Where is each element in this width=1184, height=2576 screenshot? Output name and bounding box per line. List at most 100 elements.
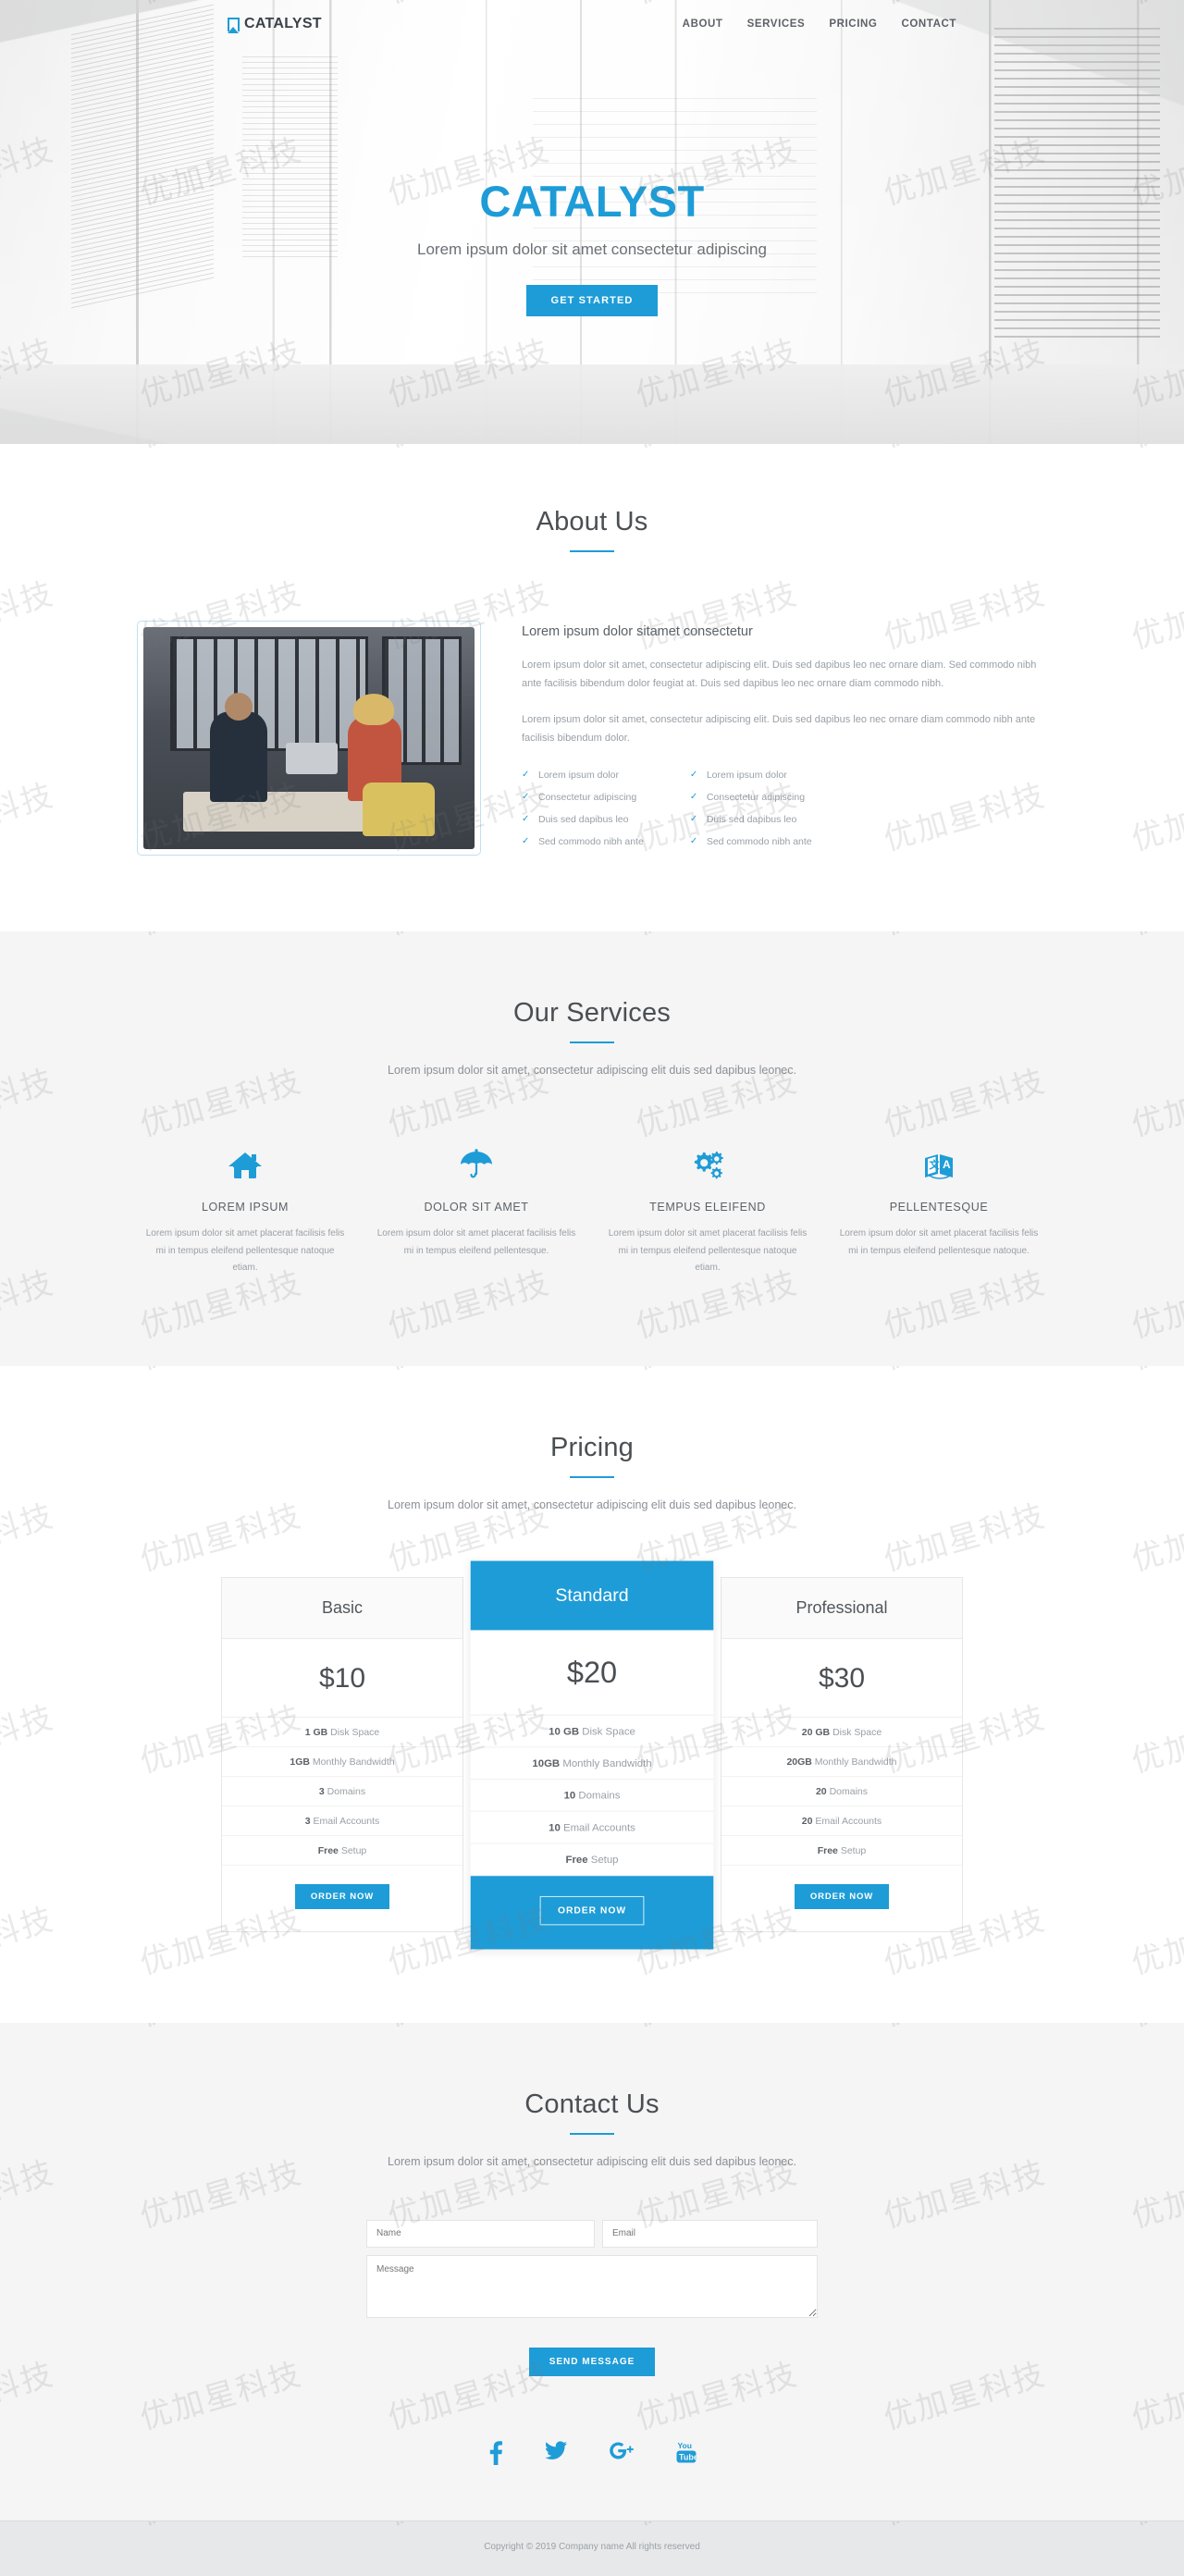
translate-icon: 文 A <box>836 1141 1042 1180</box>
copyright-text: Copyright © 2019 Company name All rights… <box>484 2541 700 2552</box>
watermark-text: 优加星科技 <box>0 2357 58 2436</box>
site-logo[interactable]: CATALYST <box>228 16 322 33</box>
twitter-icon[interactable] <box>544 2440 567 2465</box>
plan-feature: 1GB Monthly Bandwidth <box>222 1747 462 1777</box>
plan-footer: ORDER NOW <box>722 1866 962 1931</box>
logo-text: CATALYST <box>244 16 322 31</box>
services-grid: LOREM IPSUM Lorem ipsum dolor sit amet p… <box>130 1141 1054 1277</box>
watermark-text: 优加星科技 <box>1128 2357 1184 2436</box>
hero-subtitle: Lorem ipsum dolor sit amet consectetur a… <box>417 240 767 258</box>
site-header: CATALYST ABOUT SERVICES PRICING CONTACT <box>0 0 1184 48</box>
bookmark-icon <box>228 17 240 33</box>
watermark-text: 优加星科技 <box>0 778 58 857</box>
pricing-title-rule <box>570 1475 614 1478</box>
service-text: Lorem ipsum dolor sit amet placerat faci… <box>608 1228 808 1273</box>
name-input[interactable] <box>366 2219 595 2248</box>
plan-feature: Free Setup <box>470 1843 714 1876</box>
watermark-text: 优加星科技 <box>0 2023 58 2035</box>
contact-form-row <box>366 2219 818 2248</box>
watermark-text: 优加星科技 <box>630 444 803 456</box>
watermark-text: 优加星科技 <box>0 1902 58 1981</box>
about-feature-lists: Lorem ipsum dolor Consectetur adipiscing… <box>522 764 1047 853</box>
plan-price: $30 <box>722 1639 962 1718</box>
list-item: Sed commodo nibh ante <box>522 831 644 853</box>
watermark-text: 优加星科技 <box>0 576 58 656</box>
about-header: About Us <box>130 507 1054 552</box>
watermark-text: 优加星科技 <box>1128 1064 1184 1143</box>
list-item: Sed commodo nibh ante <box>690 831 812 853</box>
watermark-text: 优加星科技 <box>1126 931 1184 943</box>
plan-name: Standard <box>470 1560 714 1630</box>
site-footer: Copyright © 2019 Company name All rights… <box>0 2520 1184 2576</box>
plan-price: $10 <box>222 1639 462 1718</box>
watermark-text: 优加星科技 <box>0 1064 58 1143</box>
plan-feature: 1 GB Disk Space <box>222 1718 462 1747</box>
list-item: Duis sed dapibus leo <box>522 808 644 831</box>
watermark-text: 优加星科技 <box>382 2023 555 2035</box>
plan-feature: 3 Domains <box>222 1777 462 1806</box>
email-input[interactable] <box>602 2219 818 2248</box>
watermark-text: 优加星科技 <box>0 1700 58 1780</box>
plan-feature: 10 Email Accounts <box>470 1811 714 1844</box>
watermark-text: 优加星科技 <box>878 2023 1051 2035</box>
photo-window-left <box>169 635 369 752</box>
get-started-button[interactable]: GET STARTED <box>525 284 659 316</box>
pricing-title: Pricing <box>549 1432 635 1462</box>
about-text-block: Lorem ipsum dolor sitamet consectetur Lo… <box>522 621 1047 853</box>
svg-text:You: You <box>677 2441 691 2450</box>
order-now-button-professional[interactable]: ORDER NOW <box>794 1884 890 1909</box>
svg-text:文: 文 <box>930 1158 941 1171</box>
plan-price: $20 <box>470 1630 714 1716</box>
watermark-text: 优加星科技 <box>878 1366 1051 1378</box>
plan-feature: 20 Domains <box>722 1777 962 1806</box>
gears-icon <box>605 1141 810 1180</box>
plan-footer: ORDER NOW <box>470 1875 714 1949</box>
watermark-text: 优加星科技 <box>382 444 555 456</box>
service-title: PELLENTESQUE <box>889 1201 989 1214</box>
list-item: Consectetur adipiscing <box>690 786 812 808</box>
contact-form-actions: SEND MESSAGE <box>366 2347 818 2376</box>
nav-item-about[interactable]: ABOUT <box>683 18 723 30</box>
service-text: Lorem ipsum dolor sit amet placerat faci… <box>839 1228 1039 1256</box>
nav-item-contact[interactable]: CONTACT <box>901 18 956 30</box>
send-message-button[interactable]: SEND MESSAGE <box>528 2347 656 2376</box>
services-header: Our Services Lorem ipsum dolor sit amet,… <box>130 998 1054 1077</box>
pricing-card-standard: Standard $20 10 GB Disk Space 10GB Month… <box>470 1560 714 1949</box>
plan-feature: 3 Email Accounts <box>222 1806 462 1836</box>
pricing-lead: Lorem ipsum dolor sit amet, consectetur … <box>388 1498 796 1511</box>
facebook-icon[interactable] <box>488 2440 502 2465</box>
plan-name: Basic <box>222 1578 462 1639</box>
about-heading: Lorem ipsum dolor sitamet consectetur <box>522 624 753 639</box>
watermark-text: 优加星科技 <box>878 931 1051 943</box>
about-photo <box>143 627 475 849</box>
watermark-text: 优加星科技 <box>878 2521 1051 2533</box>
watermark-text: 优加星科技 <box>134 931 307 943</box>
about-section: About Us Lorem ipsum dolor sitamet conse… <box>0 444 1184 931</box>
message-textarea[interactable] <box>366 2254 818 2318</box>
order-now-button-basic[interactable]: ORDER NOW <box>294 1884 390 1909</box>
service-card-1: LOREM IPSUM Lorem ipsum dolor sit amet p… <box>130 1141 361 1277</box>
watermark-text: 优加星科技 <box>1128 1902 1184 1981</box>
plan-feature: 10GB Monthly Bandwidth <box>470 1747 714 1780</box>
hero-floor <box>0 364 1184 444</box>
service-title: LOREM IPSUM <box>201 1201 290 1214</box>
services-title: Our Services <box>513 998 671 1028</box>
service-card-4: 文 A PELLENTESQUE Lorem ipsum dolor sit a… <box>823 1141 1054 1277</box>
nav-item-services[interactable]: SERVICES <box>747 18 806 30</box>
watermark-text: 优加星科技 <box>630 2521 803 2533</box>
nav-item-pricing[interactable]: PRICING <box>829 18 877 30</box>
watermark-text: 优加星科技 <box>1128 1700 1184 1780</box>
service-text: Lorem ipsum dolor sit amet placerat faci… <box>145 1228 345 1273</box>
about-list-left: Lorem ipsum dolor Consectetur adipiscing… <box>522 764 644 853</box>
watermark-text: 优加星科技 <box>134 1366 307 1378</box>
youtube-icon[interactable]: You Tube <box>676 2441 697 2465</box>
watermark-text: 优加星科技 <box>382 931 555 943</box>
hero-title: CATALYST <box>479 177 705 226</box>
services-section: Our Services Lorem ipsum dolor sit amet,… <box>0 931 1184 1366</box>
photo-laptop <box>285 742 338 774</box>
order-now-button-standard[interactable]: ORDER NOW <box>539 1895 645 1925</box>
about-title-rule <box>570 550 614 552</box>
google-plus-icon[interactable] <box>609 2441 634 2465</box>
service-card-2: DOLOR SIT AMET Lorem ipsum dolor sit ame… <box>361 1141 592 1277</box>
watermark-text: 优加星科技 <box>0 1498 58 1578</box>
